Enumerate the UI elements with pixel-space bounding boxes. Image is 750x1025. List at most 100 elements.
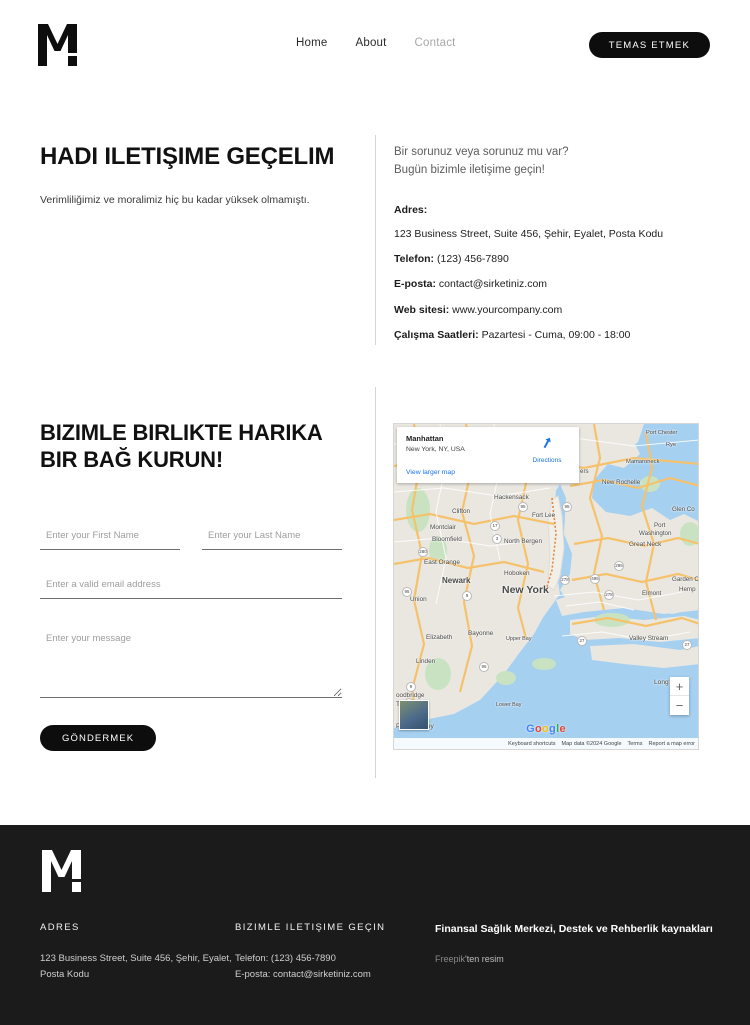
map-place-label: Hackensack bbox=[494, 494, 529, 501]
map-route-shield: 278 bbox=[560, 575, 570, 585]
contact-address-value: 123 Business Street, Suite 456, Şehir, E… bbox=[394, 227, 664, 240]
map-place-label: Lower Bay bbox=[496, 702, 522, 708]
phone-value: (123) 456-7890 bbox=[436, 253, 509, 266]
name-row bbox=[40, 528, 342, 550]
map-info-card[interactable]: Manhattan New York, NY, USA View larger … bbox=[397, 427, 579, 483]
map-place-label: Valley Stream bbox=[629, 635, 669, 642]
map-route-shield: 3 bbox=[492, 534, 502, 544]
contact-page: Home About Contact TEMAS ETMEK HADI ILET… bbox=[0, 0, 750, 1025]
map-route-shield: 95 bbox=[479, 662, 489, 672]
google-map-embed[interactable]: Port Chester Rye Mamaroneck ers New Rochelle… bbox=[393, 423, 699, 750]
map-route-shield: 95 bbox=[562, 502, 572, 512]
footer-contact-body: Telefon: (123) 456-7890 E-posta: contact… bbox=[235, 951, 435, 983]
map-route-shield: 295 bbox=[614, 561, 624, 571]
contact-address-label: Adres: bbox=[394, 203, 714, 218]
footer-phone: Telefon: (123) 456-7890 bbox=[235, 953, 336, 964]
submit-button[interactable]: GÖNDERMEK bbox=[40, 725, 157, 751]
view-larger-map-link[interactable]: View larger map bbox=[406, 469, 455, 476]
map-directions-label: Directions bbox=[532, 457, 562, 464]
message-textarea[interactable] bbox=[40, 626, 342, 698]
contact-phone: Telefon: (123) 456-7890 bbox=[394, 252, 714, 267]
section-divider-top bbox=[375, 135, 376, 345]
footer-logo[interactable] bbox=[42, 848, 88, 894]
map-directions-button[interactable]: Directions bbox=[525, 435, 569, 464]
map-street-view-thumbnail[interactable] bbox=[399, 700, 429, 730]
section-divider-bottom bbox=[375, 387, 376, 778]
last-name-input[interactable] bbox=[202, 528, 342, 550]
contact-details-block: Bir sorunuz veya sorunuz mu var? Bugün b… bbox=[394, 144, 714, 353]
map-route-shield: 9 bbox=[462, 591, 472, 601]
map-route-shield: 9 bbox=[406, 682, 416, 692]
map-place-label: Bloomfield bbox=[432, 536, 462, 543]
map-zoom-in-button[interactable]: + bbox=[670, 677, 689, 696]
page-subtitle: Verimliliğimiz ve moralimiz hiç bu kadar… bbox=[40, 194, 310, 207]
map-route-shield: 27 bbox=[682, 640, 692, 650]
nav-link-contact[interactable]: Contact bbox=[415, 37, 456, 49]
freepik-link[interactable]: Freepik bbox=[435, 954, 465, 964]
contact-hours: Çalışma Saatleri: Pazartesi - Cuma, 09:0… bbox=[394, 328, 714, 343]
map-route-shield: 278 bbox=[604, 590, 614, 600]
map-zoom-controls: + − bbox=[670, 677, 689, 715]
terms-link[interactable]: Terms bbox=[628, 741, 643, 747]
hours-value: Pazartesi - Cuma, 09:00 - 18:00 bbox=[481, 328, 631, 341]
map-place-label: Port Chester bbox=[646, 430, 678, 436]
nav-link-about[interactable]: About bbox=[355, 37, 386, 49]
map-place-label: New York bbox=[502, 584, 549, 596]
footer-resources-title: Finansal Sağlık Merkezi, Destek ve Rehbe… bbox=[435, 923, 713, 935]
header-cta-button[interactable]: TEMAS ETMEK bbox=[588, 32, 710, 58]
keyboard-shortcuts-link[interactable]: Keyboard shortcuts bbox=[508, 741, 555, 747]
form-heading-block: BIZIMLE BIRLIKTE HARIKA BIR BAĞ KURUN! bbox=[40, 420, 345, 474]
main-nav: Home About Contact bbox=[296, 37, 456, 49]
directions-icon bbox=[543, 437, 551, 449]
footer-column-address: ADRES 123 Business Street, Suite 456, Şe… bbox=[40, 922, 235, 983]
footer-columns: ADRES 123 Business Street, Suite 456, Şe… bbox=[40, 922, 720, 983]
contact-website: Web sitesi: www.yourcompany.com bbox=[394, 303, 714, 318]
website-value[interactable]: www.yourcompany.com bbox=[452, 304, 562, 316]
email-value[interactable]: contact@sirketiniz.com bbox=[439, 278, 547, 290]
map-place-label: Newark bbox=[442, 576, 471, 585]
footer-email[interactable]: E-posta: contact@sirketiniz.com bbox=[235, 967, 435, 983]
contact-intro-block: HADI ILETIŞIME GEÇELIM Verimliliğimiz ve… bbox=[40, 142, 350, 209]
first-name-input[interactable] bbox=[40, 528, 180, 550]
map-place-label: ers bbox=[580, 468, 589, 475]
google-watermark: Google bbox=[526, 723, 566, 735]
footer-contact-heading: BIZIMLE ILETIŞIME GEÇIN bbox=[235, 922, 386, 933]
m-logo-icon bbox=[38, 24, 77, 66]
map-place-label: Glen Co bbox=[672, 506, 695, 513]
map-zoom-out-button[interactable]: − bbox=[670, 696, 689, 715]
map-place-label: Elizabeth bbox=[426, 634, 453, 641]
map-place-label: Elmont bbox=[642, 590, 662, 597]
map-route-shield: 27 bbox=[577, 636, 587, 646]
map-place-label: Fort Lee bbox=[532, 512, 556, 519]
map-place-label: Rye bbox=[666, 442, 676, 448]
page-title: HADI ILETIŞIME GEÇELIM bbox=[40, 143, 335, 170]
address-label-text: Adres: bbox=[394, 203, 428, 216]
map-place-label: Bayonne bbox=[468, 630, 494, 637]
logo[interactable] bbox=[38, 24, 84, 66]
map-place-label: Great Neck bbox=[629, 541, 662, 548]
map-place-label: Montclair bbox=[430, 524, 456, 531]
m-logo-icon bbox=[42, 850, 81, 892]
map-place-label: Mamaroneck bbox=[626, 459, 660, 465]
site-footer: ADRES 123 Business Street, Suite 456, Şe… bbox=[0, 825, 750, 1025]
phone-label: Telefon: bbox=[394, 253, 435, 266]
nav-link-home[interactable]: Home bbox=[296, 37, 327, 49]
map-place-label: East Orange bbox=[424, 559, 460, 566]
report-map-error-link[interactable]: Report a map error bbox=[649, 741, 695, 747]
map-place-label: Washington bbox=[639, 530, 672, 537]
map-attribution-bar: Keyboard shortcuts Map data ©2024 Google… bbox=[394, 738, 698, 749]
contact-intro-line-2: Bugün bizimle iletişime geçin! bbox=[394, 163, 545, 176]
map-place-label: Hemp bbox=[679, 586, 696, 593]
website-label: Web sitesi: bbox=[394, 303, 450, 316]
map-place-label: Union bbox=[410, 596, 427, 603]
footer-address-body: 123 Business Street, Suite 456, Şehir, E… bbox=[40, 953, 232, 981]
map-route-shield: 17 bbox=[490, 521, 500, 531]
map-route-shield: 495 bbox=[590, 574, 600, 584]
credit-suffix: 'ten resim bbox=[465, 954, 504, 965]
contact-intro-text: Bir sorunuz veya sorunuz mu var? Bugün b… bbox=[394, 144, 714, 180]
map-place-label: Linden bbox=[416, 658, 436, 665]
map-place-label: Hoboken bbox=[504, 570, 530, 577]
email-input[interactable] bbox=[40, 577, 342, 599]
site-header: Home About Contact TEMAS ETMEK bbox=[0, 0, 750, 90]
form-title: BIZIMLE BIRLIKTE HARIKA BIR BAĞ KURUN! bbox=[40, 420, 322, 472]
